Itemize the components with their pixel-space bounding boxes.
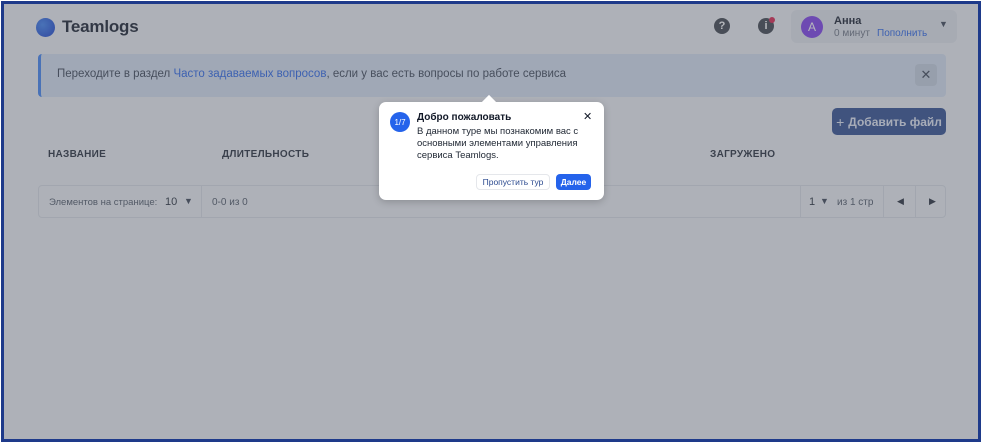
- tour-title: Добро пожаловать: [417, 112, 512, 123]
- close-icon[interactable]: ✕: [583, 110, 592, 123]
- tour-body: В данном туре мы познакомим вас с основн…: [417, 126, 579, 161]
- tour-step-badge: 1/7: [390, 112, 410, 132]
- skip-tour-button[interactable]: Пропустить тур: [476, 174, 550, 190]
- tour-popover: 1/7 Добро пожаловать ✕ В данном туре мы …: [379, 94, 604, 200]
- next-button[interactable]: Далее: [556, 174, 591, 190]
- tour-overlay: [4, 4, 978, 439]
- app-frame: Teamlogs ? i A Анна 0 минут Пополнить ▼ …: [1, 1, 981, 442]
